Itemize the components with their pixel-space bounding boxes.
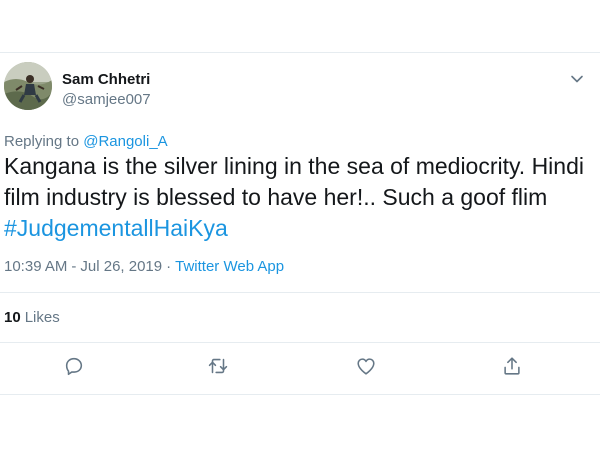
likes-divider xyxy=(0,342,600,343)
tweet-time[interactable]: 10:39 AM xyxy=(4,258,67,275)
retweet-icon xyxy=(208,358,228,374)
tweet-meta: 10:39 AM - Jul 26, 2019 · Twitter Web App xyxy=(4,258,284,275)
avatar[interactable] xyxy=(4,62,52,110)
tweet-card: Sam Chhetri @samjee007 Replying to @Rang… xyxy=(0,0,600,450)
meta-separator: - xyxy=(71,258,77,275)
profile-photo-icon xyxy=(4,62,52,110)
retweet-button[interactable] xyxy=(207,355,229,377)
share-button[interactable] xyxy=(501,355,523,377)
tweet-source-link[interactable]: Twitter Web App xyxy=(175,258,284,275)
top-divider xyxy=(0,52,600,53)
display-name[interactable]: Sam Chhetri xyxy=(62,71,150,88)
user-handle[interactable]: @samjee007 xyxy=(62,91,151,108)
likes-count: 10 xyxy=(4,309,21,326)
share-icon xyxy=(504,357,520,375)
tweet-date[interactable]: Jul 26, 2019 xyxy=(80,258,162,275)
replying-to-label: Replying to xyxy=(4,133,80,150)
reply-button[interactable] xyxy=(63,355,85,377)
replying-to: Replying to @Rangoli_A xyxy=(4,133,168,150)
chevron-down-icon[interactable] xyxy=(568,70,586,88)
meta-dot-separator: · xyxy=(166,258,172,275)
likes-stat[interactable]: 10 Likes xyxy=(4,309,60,326)
reply-mention-link[interactable]: @Rangoli_A xyxy=(83,133,167,150)
heart-icon xyxy=(357,358,375,375)
tweet-text: Kangana is the silver lining in the sea … xyxy=(4,151,594,244)
reply-icon xyxy=(65,357,83,376)
likes-label: Likes xyxy=(24,309,60,326)
like-button[interactable] xyxy=(355,355,377,377)
tweet-body: Kangana is the silver lining in the sea … xyxy=(4,153,584,210)
meta-divider xyxy=(0,292,600,293)
bottom-divider xyxy=(0,394,600,395)
hashtag-link[interactable]: #JudgementallHaiKya xyxy=(4,215,228,241)
